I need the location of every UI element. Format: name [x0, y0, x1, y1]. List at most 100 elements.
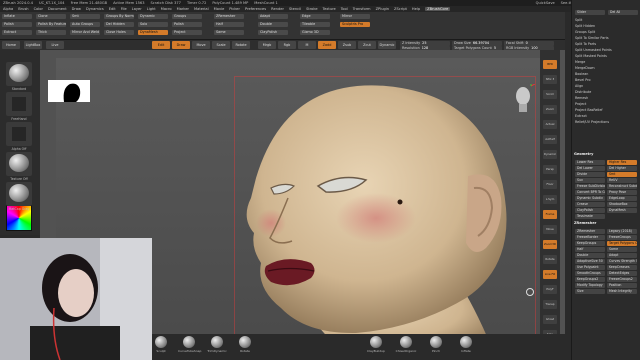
- bottom-brush-pinch[interactable]: Pinch: [425, 336, 447, 358]
- geometry-section-header[interactable]: Geometry: [574, 152, 638, 157]
- zremesher-size[interactable]: Size: [575, 289, 605, 294]
- geometry-claypolish[interactable]: ClayPolish: [575, 208, 605, 213]
- rotate-button[interactable]: Rotate: [232, 41, 250, 49]
- move-dock-button[interactable]: Move: [543, 225, 557, 234]
- quicksave-button[interactable]: QuickSave: [536, 1, 555, 5]
- zremesher-half[interactable]: Half: [575, 247, 605, 252]
- aahalf-dock-button[interactable]: AAHalf: [543, 135, 557, 144]
- transpose-circle-icon[interactable]: [526, 288, 534, 296]
- dynamic-dock-button[interactable]: Dynamic: [543, 150, 557, 159]
- bottom-brush-sculpt[interactable]: Sculpt: [150, 336, 172, 358]
- zremesher-position[interactable]: Position: [607, 283, 637, 288]
- zremesher-detectedges[interactable]: DetectEdges: [607, 271, 637, 276]
- zremesher-double[interactable]: Double: [575, 253, 605, 258]
- mirror-and-weld-button[interactable]: Mirror And Weld: [70, 30, 100, 35]
- thick-button[interactable]: Thick: [36, 30, 66, 35]
- menu-zscript[interactable]: ZScript: [394, 7, 407, 11]
- menu-layer[interactable]: Layer: [132, 7, 142, 11]
- zremesher-target-polygons-count-5[interactable]: Target Polygons Count 5: [607, 241, 637, 246]
- move-button[interactable]: Move: [192, 41, 210, 49]
- tool-project[interactable]: Project: [575, 102, 635, 107]
- extract-button[interactable]: Extract: [2, 30, 32, 35]
- menu-file[interactable]: File: [121, 7, 127, 11]
- geometry-freeze-subdivision-levels[interactable]: Freeze SubDivision Levels: [575, 184, 605, 189]
- tool-del-all[interactable]: Del All: [608, 10, 638, 15]
- gizmo-3d-button[interactable]: Gizmo 3D: [300, 30, 330, 35]
- zremesher-keepcreases[interactable]: KeepCreases: [607, 265, 637, 270]
- zcut-button[interactable]: Zcut: [358, 41, 376, 49]
- bottom-brush-rotate[interactable]: Rotate: [234, 336, 256, 358]
- menu-edit[interactable]: Edit: [109, 7, 116, 11]
- persp-dock-button[interactable]: Persp: [543, 165, 557, 174]
- tool-remesh[interactable]: Remesh: [575, 96, 635, 101]
- tileable-button[interactable]: Tileable: [300, 22, 330, 27]
- menu-color[interactable]: Color: [34, 7, 43, 11]
- del-hidden-button[interactable]: Del Hidden: [104, 22, 134, 27]
- menu-dynamics[interactable]: Dynamics: [86, 7, 104, 11]
- frame-dock-button[interactable]: Frame: [543, 210, 557, 219]
- rotate-dock-button[interactable]: Rotate: [543, 255, 557, 264]
- dynamic-button[interactable]: Dynamic: [138, 14, 168, 19]
- tool-distribute[interactable]: Distribute: [575, 90, 635, 95]
- menu-movie[interactable]: Movie: [214, 7, 225, 11]
- zremesher-freezeborder[interactable]: FreezeBorder: [575, 235, 605, 240]
- same-button[interactable]: Same: [214, 30, 244, 35]
- solo-button[interactable]: Solo: [138, 22, 168, 27]
- menu-tool[interactable]: Tool: [341, 7, 348, 11]
- polyf-dock-button[interactable]: PolyF: [543, 285, 557, 294]
- zremesher-modify-topology[interactable]: Modify Topology: [575, 283, 605, 288]
- freehand-thumbnail[interactable]: FreeHand: [6, 92, 32, 121]
- claypolish-button[interactable]: ClayPolish: [258, 30, 288, 35]
- half-button[interactable]: Half: [214, 22, 244, 27]
- tool-split[interactable]: Split: [575, 18, 635, 23]
- menu-alpha[interactable]: Alpha: [3, 7, 13, 11]
- geometry-suv[interactable]: Suv: [575, 178, 605, 183]
- tool-split-hidden[interactable]: Split Hidden: [575, 24, 635, 29]
- menu-stroke[interactable]: Stroke: [306, 7, 317, 11]
- menu-render[interactable]: Render: [271, 7, 284, 11]
- bottom-brush-claybuildup[interactable]: ClayBuildup: [365, 336, 387, 358]
- menu-material[interactable]: Material: [194, 7, 209, 11]
- ghost-dock-button[interactable]: Ghost: [543, 315, 557, 324]
- tool-split-to-parts[interactable]: Split To Parts: [575, 42, 635, 47]
- bottom-brush-trimdynamic[interactable]: TrimDynamic: [206, 336, 228, 358]
- zremesher-section-header[interactable]: ZRemesher: [574, 221, 638, 226]
- menu-preferences[interactable]: Preferences: [245, 7, 266, 11]
- geometry-proxy-pose[interactable]: Proxy Pose: [607, 190, 637, 195]
- bottom-brush-chiselorganic[interactable]: ChiselOrganic: [395, 336, 417, 358]
- mrgb-button[interactable]: Mrgb: [258, 41, 276, 49]
- clone-button[interactable]: Clone: [36, 14, 66, 19]
- tool-align[interactable]: Align: [575, 84, 635, 89]
- menu-texture[interactable]: Texture: [323, 7, 336, 11]
- groups-button[interactable]: Groups: [172, 14, 202, 19]
- zremesher-mesh-integrity[interactable]: Mesh Integrity: [607, 289, 637, 294]
- actual-dock-button[interactable]: Actual: [543, 120, 557, 129]
- menu-stencil[interactable]: Stencil: [289, 7, 301, 11]
- edit-button[interactable]: Edit: [152, 41, 170, 49]
- bottom-brush-curvetubesnap[interactable]: CurveTubeSnap: [178, 336, 201, 358]
- geometry-dynamic-subdiv[interactable]: Dynamic Subdiv: [575, 196, 605, 201]
- zremesher-use-polypaint[interactable]: Use Polypaint: [575, 265, 605, 270]
- geometry-lower-res[interactable]: Lower Res: [575, 160, 605, 165]
- zremesher-keepgroups2[interactable]: KeepGroups2: [575, 277, 605, 282]
- double-button[interactable]: Double: [258, 22, 288, 27]
- zremesher-freezegroups[interactable]: FreezeGroups: [607, 235, 637, 240]
- tool-boolean[interactable]: Boolean: [575, 72, 635, 77]
- project-button[interactable]: Project: [172, 30, 202, 35]
- zremesher-smoothgroups[interactable]: SmoothGroups: [575, 271, 605, 276]
- spix-3-dock-button[interactable]: SPix 3: [543, 75, 557, 84]
- geometry-shadowbox[interactable]: ShadowBox: [607, 202, 637, 207]
- groups-by-normals-button[interactable]: Groups By Normals: [104, 14, 134, 19]
- tool-groups-split[interactable]: Groups Split: [575, 30, 635, 35]
- geometry-edgeloop[interactable]: EdgeLoop: [607, 196, 637, 201]
- tool-split-to-similar-parts[interactable]: Split To Similar Parts: [575, 36, 635, 41]
- geometry-dynamesh[interactable]: DynaMesh: [607, 208, 637, 213]
- m-button[interactable]: M: [298, 41, 316, 49]
- tool-mergedown[interactable]: MergeDown: [575, 66, 635, 71]
- geometry-smt[interactable]: Smt: [607, 172, 637, 177]
- bottom-brush-inflate[interactable]: Inflate: [455, 336, 477, 358]
- zremesher-adaptivesize-50[interactable]: AdaptiveSize 50: [575, 259, 605, 264]
- auto-groups-button[interactable]: Auto Groups: [70, 22, 100, 27]
- close-holes-button[interactable]: Close Holes: [104, 30, 134, 35]
- polish-by-features-button[interactable]: Polish By Features: [36, 22, 66, 27]
